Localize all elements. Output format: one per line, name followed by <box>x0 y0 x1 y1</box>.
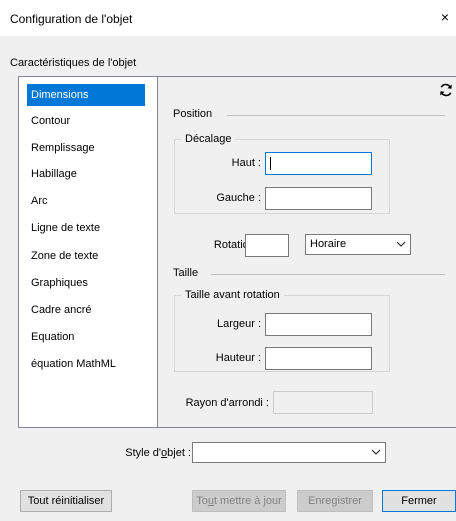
settings-frame: Dimensions Contour Remplissage Habillage… <box>18 76 456 428</box>
sidebar-item-remplissage[interactable]: Remplissage <box>27 137 145 159</box>
left-input[interactable] <box>265 187 372 210</box>
reset-all-button[interactable]: Tout réinitialiser <box>20 490 112 512</box>
sidebar-item-ligne-de-texte[interactable]: Ligne de texte <box>27 217 145 239</box>
rotation-input[interactable] <box>245 234 289 257</box>
text-caret <box>270 157 271 170</box>
close-icon[interactable]: × <box>438 9 452 25</box>
height-input-text[interactable] <box>266 348 371 369</box>
top-label: Haut : <box>231 157 261 169</box>
chevron-down-icon <box>371 449 381 455</box>
rotation-input-text[interactable] <box>246 235 288 256</box>
width-input-text[interactable] <box>266 314 371 335</box>
left-input-text[interactable] <box>266 188 371 209</box>
top-input-text[interactable] <box>266 153 371 174</box>
position-title: Position <box>173 108 213 120</box>
sidebar-item-equation[interactable]: Equation <box>27 326 145 348</box>
width-input[interactable] <box>265 313 372 336</box>
width-label: Largeur : <box>216 318 261 330</box>
sidebar-item-arc[interactable]: Arc <box>27 190 145 212</box>
left-label: Gauche : <box>216 192 261 204</box>
sidebar-item-graphiques[interactable]: Graphiques <box>27 272 145 294</box>
direction-value: Horaire <box>310 238 347 250</box>
sidebar-item-habillage[interactable]: Habillage <box>27 163 145 185</box>
size-divider <box>211 274 445 275</box>
dimensions-panel: Position Décalage Haut : Gauche : Rotati… <box>159 77 456 427</box>
radius-label: Rayon d'arrondi : <box>185 397 269 409</box>
height-label: Hauteur : <box>215 352 261 364</box>
height-input[interactable] <box>265 347 372 370</box>
update-all-button: Tout mettre à jour <box>192 490 286 512</box>
top-input[interactable] <box>265 152 372 175</box>
chevron-down-icon <box>396 241 406 247</box>
radius-input <box>273 391 373 414</box>
sidebar-item-cadre-ancre[interactable]: Cadre ancré <box>27 299 145 321</box>
sidebar-item-contour[interactable]: Contour <box>27 110 145 132</box>
title-bar: Configuration de l'objet × <box>0 0 456 36</box>
size-title: Taille <box>173 267 199 279</box>
position-divider <box>227 115 445 116</box>
size-before-rotation-title: Taille avant rotation <box>181 289 284 301</box>
category-list[interactable]: Dimensions Contour Remplissage Habillage… <box>19 77 158 427</box>
close-button[interactable]: Fermer <box>382 490 456 512</box>
section-label: Caractéristiques de l'objet <box>10 57 137 69</box>
object-style-select[interactable] <box>192 442 386 463</box>
sidebar-item-dimensions[interactable]: Dimensions <box>27 84 145 106</box>
window-title: Configuration de l'objet <box>10 12 133 26</box>
refresh-icon[interactable] <box>439 83 453 97</box>
sidebar-item-zone-de-texte[interactable]: Zone de texte <box>27 245 145 267</box>
radius-input-text <box>274 392 372 413</box>
offset-title: Décalage <box>181 133 236 145</box>
sidebar-item-equation-mathml[interactable]: équation MathML <box>27 353 145 375</box>
direction-select[interactable]: Horaire <box>305 234 411 255</box>
object-style-label: Style d'objet : <box>125 447 191 459</box>
save-button: Enregistrer <box>297 490 373 512</box>
